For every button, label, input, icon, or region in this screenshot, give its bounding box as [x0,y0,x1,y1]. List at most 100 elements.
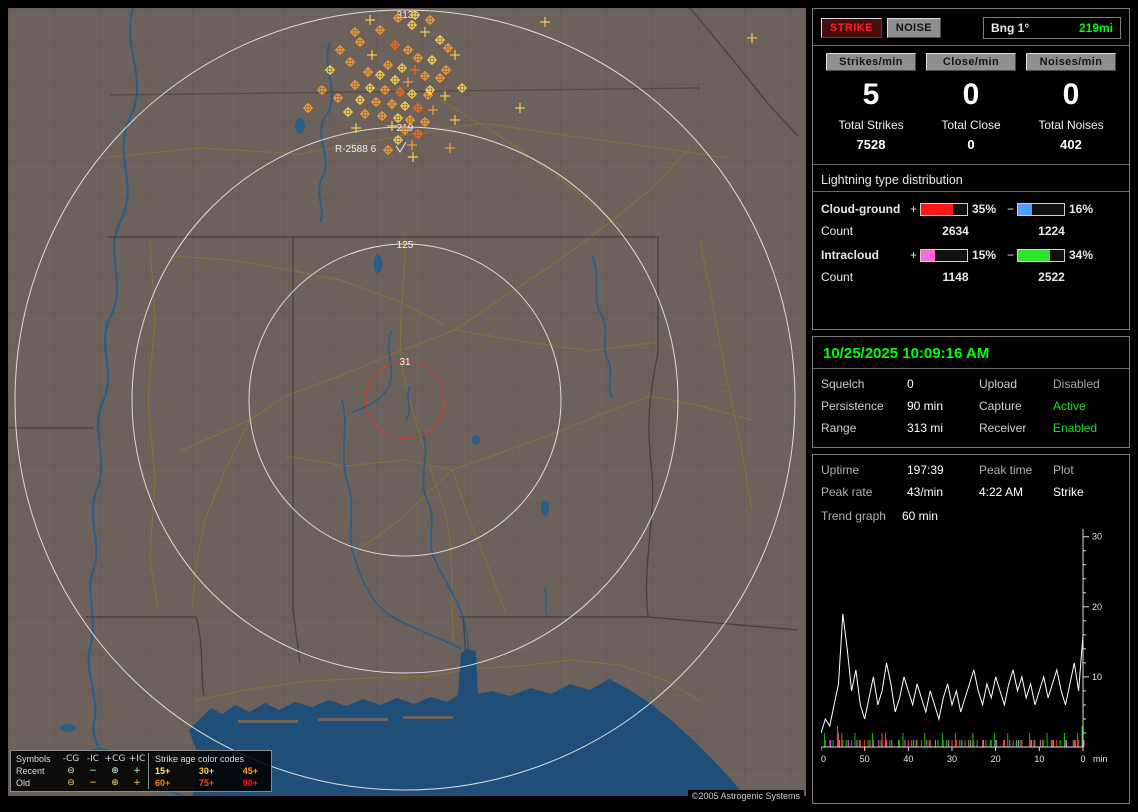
system-status-panel: 10/25/2025 10:09:16 AM Squelch 0 Upload … [812,336,1130,448]
ic-negative-pct: 34% [1069,248,1094,262]
legend-ages-recent: 15+ 30+ 45+ [148,765,266,777]
circle-minus-icon: ⊖ [67,778,75,788]
receiver-label: Receiver [979,421,1027,435]
legend-ages-old: 60+ 75+ 90+ [148,777,266,789]
uptime-value: 197:39 [907,463,944,477]
cg-positive-pct: 35% [972,202,997,216]
svg-text:min: min [1093,754,1108,764]
legend-header-neg-ic: -IC [86,754,100,764]
status-grid: Squelch 0 Upload Disabled Persistence 90… [821,377,1121,435]
cg-negative-bar [1017,202,1065,216]
total-noises-label: Total Noises [1038,118,1104,132]
strike-button[interactable]: STRIKE [821,18,882,38]
squelch-label: Squelch [821,377,865,391]
total-close-value: 0 [967,137,975,152]
svg-text:20: 20 [1092,602,1102,612]
circle-plus-icon: ⊕ [111,766,119,776]
capture-label: Capture [979,399,1022,413]
svg-text:60: 60 [821,754,826,764]
trend-graph-label: Trend graph [821,509,886,523]
total-strikes-value: 7528 [856,137,886,152]
ic-positive-pct: 15% [972,248,997,262]
age-60: 60+ [155,778,171,788]
legend-header-neg-cg: -CG [62,754,80,764]
trend-graph-canvas: 10 20 30 60 50 40 30 20 10 0 min [816,529,1108,764]
cg-negative-pct: 16% [1069,202,1094,216]
map-canvas: 313 219 125 31 R-2588 6 [8,8,806,796]
peak-time-label: Peak time [979,463,1033,477]
close-per-min-button[interactable]: Close/min [926,53,1016,71]
squelch-value: 0 [907,377,914,391]
trend-graph: 10 20 30 60 50 40 30 20 10 0 min [816,529,1121,774]
distribution-title: Lightning type distribution [813,171,1129,192]
capture-status: Active [1053,399,1086,413]
svg-text:10: 10 [1092,672,1102,682]
age-15: 15+ [155,766,171,776]
peak-rate-value: 43/min [907,485,944,499]
close-per-min-value: 0 [962,78,980,111]
legend-header-symbols: Symbols [16,754,51,764]
cloud-ground-label: Cloud-ground [821,202,901,216]
range-value: 313 mi [907,421,944,435]
age-75: 75+ [198,778,215,788]
minus-icon: − [89,778,97,788]
plus-icon: + [133,766,141,776]
bearing-label: Bng 1° [991,21,1030,35]
storm-cell-label: R-2588 6 [335,144,377,155]
minus-icon: − [89,766,97,776]
upload-status: Disabled [1053,377,1100,391]
cg-negative-count: 1224 [1038,224,1065,238]
noises-per-min-value: 0 [1062,78,1080,111]
ring-label-31: 31 [399,357,411,368]
trend-info-grid: Uptime 197:39 Peak time Plot Peak rate 4… [821,463,1121,499]
total-strikes-label: Total Strikes [838,118,904,132]
noise-button[interactable]: NOISE [886,18,941,38]
plus-icon: + [133,778,141,788]
copyright-text: ©2005 Astrogenic Systems [687,790,804,802]
bearing-readout: Bng 1° 219mi [983,17,1121,39]
ic-positive-bar [920,248,968,262]
legend-row-old-label: Old [16,778,31,788]
strikes-per-min-value: 5 [862,78,880,111]
upload-label: Upload [979,377,1018,391]
svg-text:10: 10 [1034,754,1044,764]
circle-minus-icon: ⊖ [67,766,75,776]
intracloud-label: Intracloud [821,248,880,262]
total-close-label: Total Close [941,118,1001,132]
svg-text:30: 30 [947,754,957,764]
plot-value: Strike [1053,485,1084,499]
peak-time-value: 4:22 AM [979,485,1024,499]
ic-positive-count: 1148 [942,270,969,284]
svg-text:20: 20 [991,754,1001,764]
minus-sign: − [1006,248,1014,262]
cg-positive-count: 2634 [942,224,969,238]
trend-panel: Uptime 197:39 Peak time Plot Peak rate 4… [812,454,1130,804]
lightning-map[interactable]: 313 219 125 31 R-2588 6 Symbols -CG -IC … [8,8,806,802]
strike-legend: Symbols -CG -IC +CG +IC Strike age color… [10,750,272,792]
right-sidebar: STRIKE NOISE Bng 1° 219mi Strikes/min Cl… [812,8,1130,804]
strikes-per-min-button[interactable]: Strikes/min [826,53,916,71]
age-30: 30+ [198,766,215,776]
peak-rate-label: Peak rate [821,485,873,499]
ic-negative-bar [1017,248,1065,262]
age-90: 90+ [242,778,258,788]
plot-label: Plot [1053,463,1074,477]
count-label: Count [821,270,854,284]
legend-row-recent-label: Recent [16,766,45,776]
legend-age-title: Strike age color codes [148,753,266,765]
range-label: Range [821,421,857,435]
total-noises-value: 402 [1060,137,1082,152]
noises-per-min-button[interactable]: Noises/min [1026,53,1116,71]
circle-plus-icon: ⊕ [111,778,119,788]
bearing-distance: 219mi [1078,21,1113,35]
legend-header-pos-ic: +IC [128,754,146,764]
strike-stats-panel: STRIKE NOISE Bng 1° 219mi Strikes/min Cl… [812,8,1130,330]
legend-header-pos-cg: +CG [104,754,126,764]
datetime-display: 10/25/2025 10:09:16 AM [823,345,990,362]
intracloud-row: Intracloud + 15% − 34% Count 1148 2522 [821,248,1121,284]
minus-sign: − [1006,202,1014,216]
age-45: 45+ [242,766,258,776]
cg-positive-bar [920,202,968,216]
trend-graph-range: 60 min [901,509,938,523]
count-label: Count [821,224,854,238]
